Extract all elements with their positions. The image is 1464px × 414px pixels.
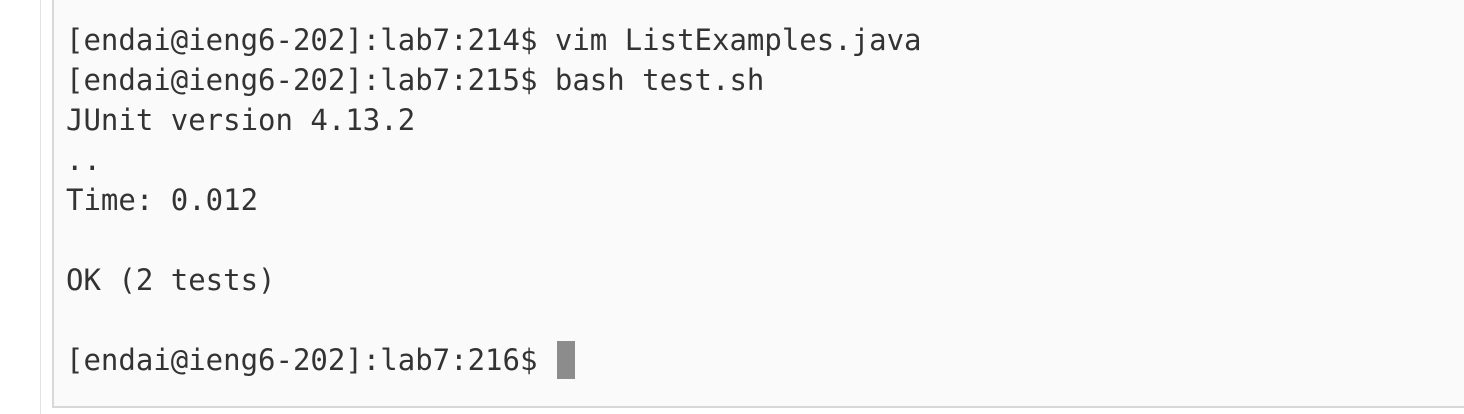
terminal-line: OK (2 tests) bbox=[66, 263, 276, 297]
terminal-line: [endai@ieng6-202]:lab7:215$ bash test.sh bbox=[66, 63, 765, 97]
terminal-line: JUnit version 4.13.2 bbox=[66, 103, 416, 137]
terminal-prompt-line[interactable]: [endai@ieng6-202]:lab7:216$ bbox=[66, 340, 922, 380]
terminal-output: [endai@ieng6-202]:lab7:214$ vim ListExam… bbox=[66, 20, 922, 380]
terminal-line: .. bbox=[66, 143, 101, 177]
terminal-window[interactable]: [endai@ieng6-202]:lab7:214$ vim ListExam… bbox=[52, 0, 1464, 408]
terminal-line: [endai@ieng6-202]:lab7:214$ vim ListExam… bbox=[66, 23, 922, 57]
terminal-cursor[interactable] bbox=[557, 341, 576, 379]
terminal-prompt: [endai@ieng6-202]:lab7:216$ bbox=[66, 343, 538, 377]
page: [endai@ieng6-202]:lab7:214$ vim ListExam… bbox=[0, 0, 1464, 414]
gutter-divider bbox=[40, 0, 41, 414]
terminal-line: Time: 0.012 bbox=[66, 183, 259, 217]
